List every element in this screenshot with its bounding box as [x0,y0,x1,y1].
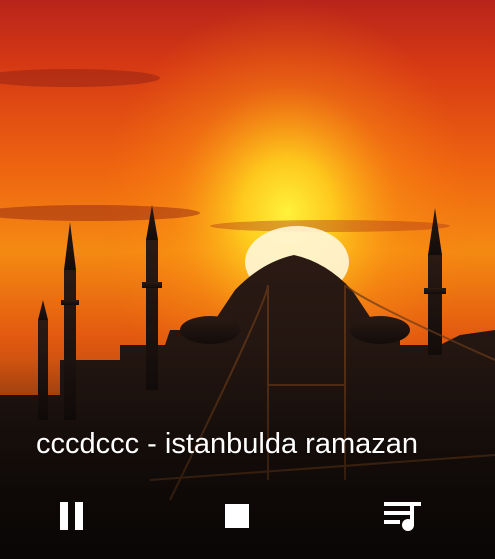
pause-button[interactable] [44,488,100,544]
stop-button[interactable] [209,488,265,544]
queue-music-icon [384,502,421,531]
media-player: cccdccc - istanbulda ramazan [0,0,495,559]
playback-controls [0,488,495,544]
stop-icon [225,504,249,528]
track-title: cccdccc - istanbulda ramazan [36,428,418,460]
album-artwork [0,0,495,559]
queue-button[interactable] [375,488,431,544]
pause-icon [60,502,83,530]
